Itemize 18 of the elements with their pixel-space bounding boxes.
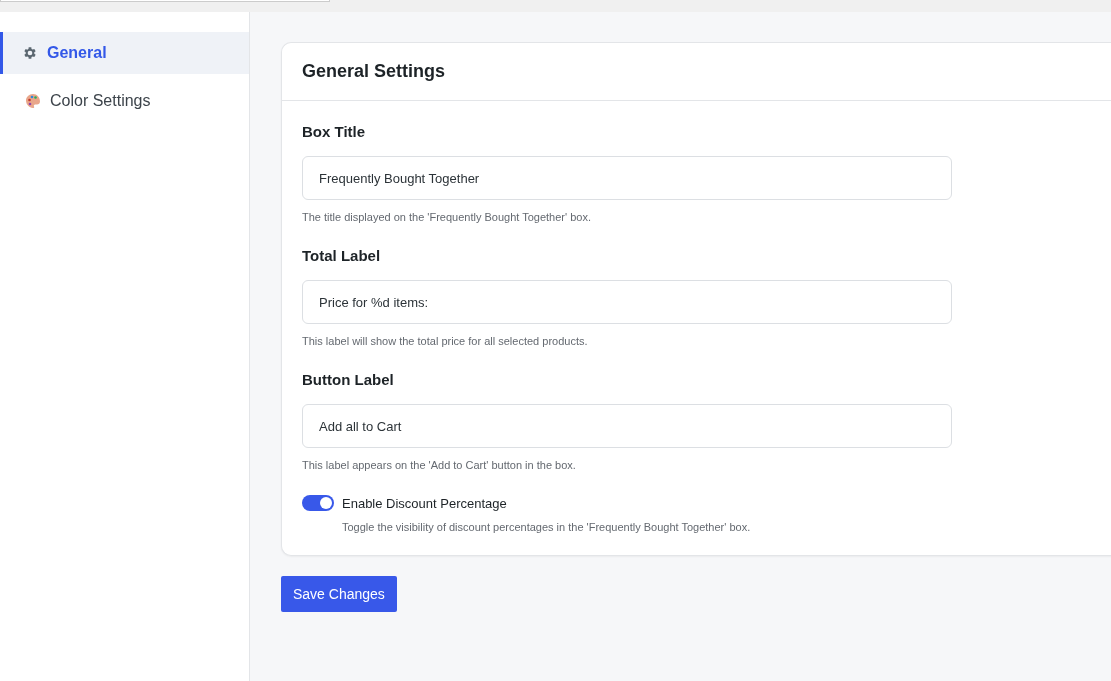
- help-text: The title displayed on the 'Frequently Bought Together' box.: [302, 211, 591, 223]
- save-button[interactable]: Save Changes: [281, 576, 397, 612]
- sidebar-item[interactable]: General: [0, 32, 249, 74]
- help-text: This label appears on the 'Add to Cart' button in the box.: [302, 459, 576, 471]
- field-label: Button Label: [302, 371, 394, 388]
- sidebar-item[interactable]: Color Settings: [0, 80, 249, 122]
- help-text: This label will show the total price for all selected products.: [302, 335, 588, 347]
- toggle-label: Enable Discount Percentage: [342, 495, 507, 511]
- toggle-switch[interactable]: [302, 495, 334, 511]
- card-title: General Settings: [302, 61, 446, 82]
- help-text: Toggle the visibility of discount percentages in the 'Frequently Bought Together' box.: [342, 521, 751, 533]
- input-field[interactable]: Frequently Bought Together: [302, 156, 952, 200]
- field-label: Box Title: [302, 123, 366, 140]
- settings-icon: [22, 45, 38, 61]
- input-field[interactable]: Add all to Cart: [302, 404, 952, 448]
- palette-icon: [25, 93, 41, 109]
- input-field[interactable]: Price for %d items:: [302, 280, 952, 324]
- field-label: Total Label: [302, 247, 381, 264]
